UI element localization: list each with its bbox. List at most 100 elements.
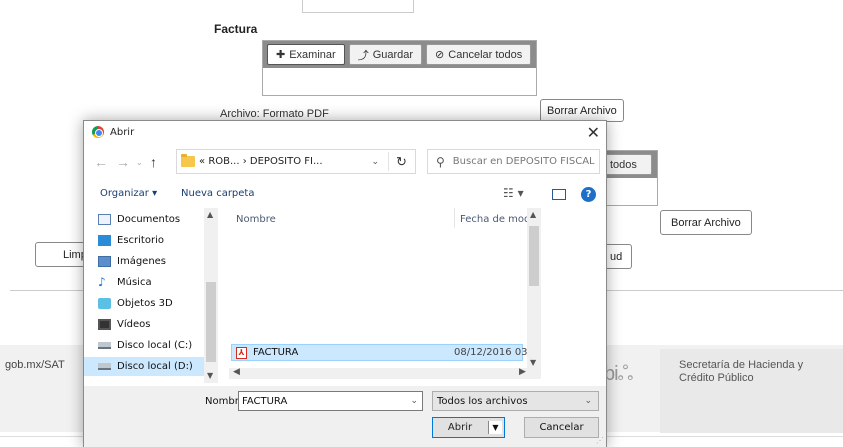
scroll-up-icon[interactable]: ▲ bbox=[207, 210, 213, 219]
address-segment-2[interactable]: DEPOSITO FI... bbox=[250, 156, 323, 167]
sat-link[interactable]: gob.mx/SAT bbox=[5, 359, 65, 371]
file-date: 08/12/2016 03: bbox=[454, 347, 531, 358]
sort-caret-icon: ⌃ bbox=[339, 208, 346, 214]
view-options-icon[interactable]: ☷ ▾ bbox=[503, 186, 524, 200]
chevron-down-icon[interactable]: ⌄ bbox=[410, 396, 418, 406]
close-icon[interactable]: ✕ bbox=[587, 123, 600, 142]
nav-item-videos[interactable]: Vídeos bbox=[98, 315, 203, 334]
nav-label: Música bbox=[117, 277, 152, 288]
cancelar-todos-button[interactable]: ⊘ Cancelar todos bbox=[426, 44, 532, 65]
shcp-text: Secretaría de Hacienda y Crédito Público bbox=[679, 359, 829, 385]
file-type-value: Todos los archivos bbox=[437, 395, 528, 407]
uploader-toolbar: ✚ Examinar ⤴ Guardar ⊘ Cancelar todos bbox=[263, 41, 536, 68]
borrar-archivo-button-1[interactable]: Borrar Archivo bbox=[540, 99, 624, 122]
drive-d-icon bbox=[98, 363, 111, 370]
search-icon: ⚲ bbox=[436, 154, 445, 169]
nav-label: Disco local (D:) bbox=[117, 361, 193, 372]
dialog-title: Abrir bbox=[110, 126, 135, 138]
nav-scrollbar[interactable]: ▲ ▼ bbox=[204, 208, 218, 383]
file-scroll-thumb[interactable] bbox=[529, 226, 539, 286]
top-field bbox=[302, 0, 414, 13]
command-bar: Organizar ▾ Nueva carpeta ☷ ▾ ? bbox=[84, 184, 608, 206]
cancel-button[interactable]: Cancelar bbox=[524, 417, 599, 438]
scroll-right-icon[interactable]: ▶ bbox=[519, 367, 526, 377]
address-segment-1[interactable]: ROB... bbox=[208, 156, 239, 167]
documents-icon bbox=[98, 214, 111, 225]
upload-icon: ⤴ bbox=[357, 49, 369, 62]
music-icon: ♪ bbox=[98, 275, 106, 289]
search-placeholder: Buscar en DEPOSITO FISCAL bbox=[452, 156, 595, 167]
nav-item-disco-c[interactable]: Disco local (C:) bbox=[98, 336, 203, 355]
guardar-button[interactable]: ⤴ Guardar bbox=[348, 44, 423, 65]
forward-arrow-icon[interactable]: → bbox=[116, 154, 130, 170]
factura-heading: Factura bbox=[214, 22, 258, 36]
preview-pane-icon[interactable] bbox=[552, 189, 566, 200]
file-name: FACTURA bbox=[253, 347, 299, 358]
nav-label: Imágenes bbox=[117, 256, 167, 267]
guardar-label: Guardar bbox=[372, 48, 414, 61]
scroll-down-icon[interactable]: ▼ bbox=[207, 371, 213, 380]
address-dropdown-icon[interactable]: ⌄ bbox=[371, 157, 379, 167]
examinar-label: Examinar bbox=[289, 48, 336, 61]
file-type-select[interactable]: Todos los archivos ⌄ bbox=[432, 391, 599, 411]
chrome-icon bbox=[92, 126, 104, 138]
nav-label: Escritorio bbox=[117, 235, 164, 246]
back-arrow-icon[interactable]: ← bbox=[94, 154, 108, 170]
column-header-date[interactable]: Fecha de mod bbox=[460, 214, 530, 225]
navigation-pane: Documentos Escritorio Imágenes ♪ Música … bbox=[84, 208, 218, 383]
resize-grip-icon[interactable]: ⋰ bbox=[596, 436, 604, 445]
borrar-archivo-button-2[interactable]: Borrar Archivo bbox=[660, 210, 752, 235]
address-prefix: « bbox=[199, 156, 206, 167]
cancelar-todos-label: Cancelar todos bbox=[448, 48, 523, 61]
desktop-icon bbox=[98, 235, 111, 246]
up-arrow-icon[interactable]: ↑ bbox=[150, 154, 157, 170]
nav-scroll-thumb[interactable] bbox=[206, 282, 216, 362]
shcp-line-2: Crédito Público bbox=[679, 372, 754, 384]
chevron-down-icon: ⌄ bbox=[584, 396, 592, 406]
navigation-row: ← → ⌄ ↑ « ROB... › DEPOSITO FI... ⌄ ↻ ⚲ … bbox=[84, 149, 608, 175]
nav-item-documentos[interactable]: Documentos bbox=[98, 210, 203, 229]
recent-chevron-icon[interactable]: ⌄ bbox=[136, 158, 143, 167]
open-dropdown-icon[interactable]: ▼ bbox=[488, 421, 502, 434]
dialog-titlebar[interactable]: Abrir ✕ bbox=[84, 121, 606, 143]
refresh-icon[interactable]: ↻ bbox=[388, 152, 414, 171]
nav-label: Disco local (C:) bbox=[117, 340, 193, 351]
plus-icon: ✚ bbox=[276, 49, 286, 61]
filename-value: FACTURA bbox=[242, 395, 288, 407]
new-folder-button[interactable]: Nueva carpeta bbox=[181, 188, 254, 199]
pictures-icon bbox=[98, 256, 111, 267]
gobmx-logo: biஃ bbox=[604, 363, 633, 385]
second-uploader-toolbar: todos bbox=[600, 151, 657, 178]
nav-item-disco-d[interactable]: Disco local (D:) bbox=[84, 357, 204, 376]
organize-menu[interactable]: Organizar ▾ bbox=[100, 188, 157, 199]
file-vertical-scrollbar[interactable]: ▲ ▼ bbox=[527, 208, 541, 368]
address-separator: › bbox=[242, 156, 247, 167]
archivo-format-label: Archivo: Formato PDF bbox=[220, 108, 329, 120]
nav-label: Documentos bbox=[117, 214, 181, 225]
open-button[interactable]: Abrir ▼ bbox=[432, 417, 505, 438]
address-bar[interactable]: « ROB... › DEPOSITO FI... ⌄ bbox=[176, 149, 416, 174]
dialog-footer: Nombre: FACTURA ⌄ Todos los archivos ⌄ A… bbox=[84, 386, 606, 447]
nav-item-objetos-3d[interactable]: Objetos 3D bbox=[98, 294, 203, 313]
help-icon[interactable]: ? bbox=[581, 187, 596, 202]
drive-c-icon bbox=[98, 342, 111, 349]
search-input[interactable]: ⚲ Buscar en DEPOSITO FISCAL bbox=[427, 149, 600, 174]
filename-input[interactable]: FACTURA ⌄ bbox=[238, 391, 423, 411]
3d-objects-icon bbox=[98, 298, 111, 309]
column-header-name[interactable]: Nombre bbox=[236, 214, 276, 225]
scroll-up-icon[interactable]: ▲ bbox=[530, 210, 536, 219]
nav-item-imagenes[interactable]: Imágenes bbox=[98, 252, 203, 271]
file-row-factura[interactable]: ⅄ FACTURA 08/12/2016 03: bbox=[231, 344, 531, 361]
open-label: Abrir bbox=[447, 422, 473, 433]
scroll-down-icon[interactable]: ▼ bbox=[530, 358, 536, 367]
nav-label: Vídeos bbox=[117, 319, 151, 330]
nav-item-musica[interactable]: ♪ Música bbox=[98, 273, 203, 292]
column-separator[interactable] bbox=[454, 208, 455, 228]
examinar-button[interactable]: ✚ Examinar bbox=[267, 44, 345, 65]
videos-icon bbox=[98, 319, 111, 330]
file-horizontal-scrollbar[interactable]: ◀ ▶ bbox=[229, 367, 541, 379]
open-file-dialog: Abrir ✕ ← → ⌄ ↑ « ROB... › DEPOSITO FI..… bbox=[83, 120, 607, 447]
file-list: ⌃ Nombre Fecha de mod ⅄ FACTURA 08/12/20… bbox=[229, 208, 541, 379]
scroll-left-icon[interactable]: ◀ bbox=[233, 367, 240, 377]
nav-item-escritorio[interactable]: Escritorio bbox=[98, 231, 203, 250]
